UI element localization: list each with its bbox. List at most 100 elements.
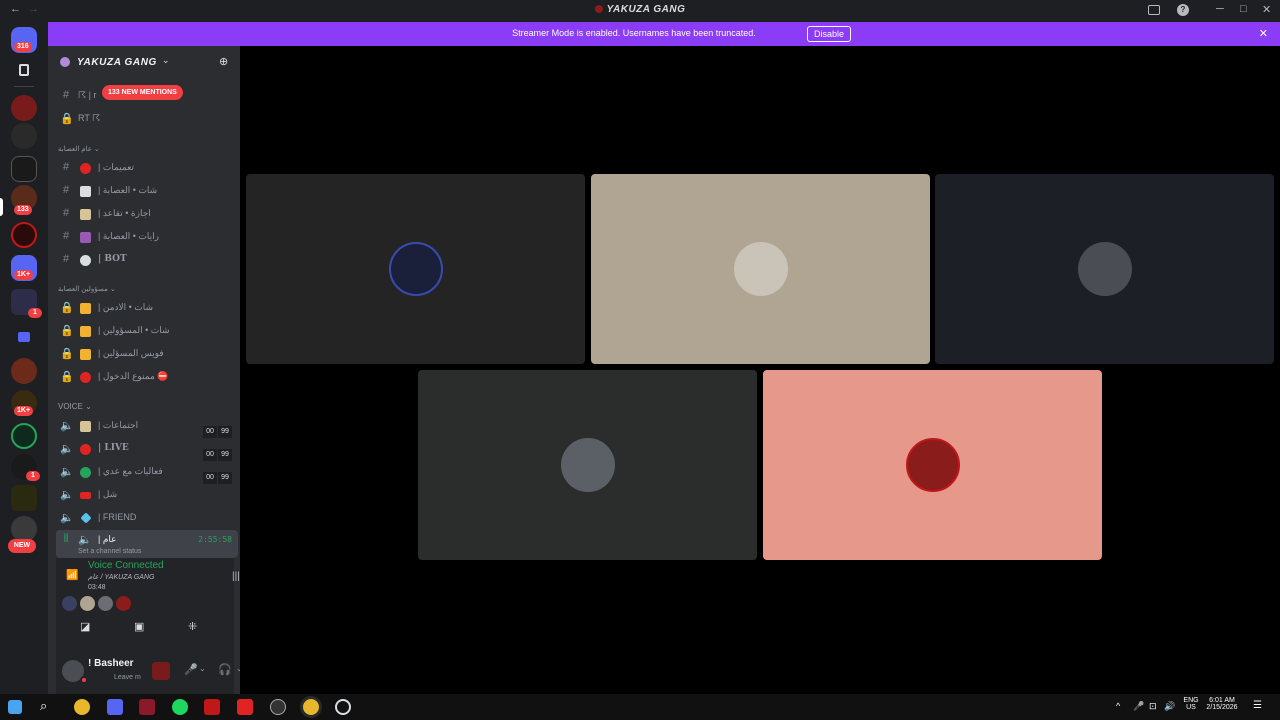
user-count: 00 bbox=[203, 426, 217, 438]
chevron-up-icon[interactable]: ^ bbox=[1116, 701, 1120, 711]
voice-connected-label[interactable]: Voice Connected bbox=[88, 560, 164, 571]
microphone-icon[interactable]: 🎤 bbox=[1133, 701, 1144, 712]
user-limit: 00 99 bbox=[202, 466, 232, 484]
avatar[interactable] bbox=[80, 596, 95, 611]
voice-channel-path[interactable]: عام / YAKUZA GANG bbox=[88, 573, 154, 581]
server-icon[interactable] bbox=[11, 222, 37, 248]
folder-icon[interactable] bbox=[18, 332, 30, 342]
channel-item[interactable]: # | اجازة • تقاعد bbox=[56, 204, 238, 224]
channel-item[interactable]: 🔒 | شات • المسؤولين bbox=[56, 321, 238, 341]
server-icon[interactable] bbox=[11, 156, 37, 182]
invite-people-icon[interactable]: ⊕ bbox=[219, 55, 228, 68]
crown-icon bbox=[80, 326, 91, 337]
app-icon[interactable] bbox=[139, 699, 155, 715]
server-icon[interactable] bbox=[11, 485, 37, 511]
app-icon[interactable] bbox=[270, 699, 286, 715]
channel-item[interactable]: # | رايات • العصابة bbox=[56, 227, 238, 247]
activities-icon[interactable]: ⁜ bbox=[188, 620, 197, 633]
guild-header[interactable]: YAKUZA GANG ⌄ ⊕ bbox=[48, 46, 240, 78]
voicemod-icon[interactable] bbox=[204, 699, 220, 715]
camera-off-icon[interactable]: ◪ bbox=[80, 620, 90, 633]
chevron-down-icon[interactable]: ⌄ bbox=[199, 664, 206, 673]
participant-tile[interactable] bbox=[246, 174, 585, 364]
voice-channel-item[interactable]: 🔈 | اجتماعات 00 99 bbox=[56, 416, 238, 438]
red-circle-icon bbox=[80, 163, 91, 174]
language-code: ENG bbox=[1183, 697, 1199, 704]
participant-tile[interactable] bbox=[418, 370, 757, 560]
spotify-icon[interactable] bbox=[172, 699, 188, 715]
category-header[interactable]: عام العصابة ⌄ bbox=[58, 145, 100, 153]
streamer-mode-message: Streamer Mode is enabled. Usernames have… bbox=[512, 28, 756, 38]
voice-channel-item[interactable]: 🔈 | فعاليات مع عدي 00 99 bbox=[56, 462, 238, 484]
chrome-icon[interactable] bbox=[303, 699, 319, 715]
channel-label: | فويس المسؤلين bbox=[98, 348, 164, 358]
username[interactable]: ! Basheer bbox=[88, 658, 134, 669]
participant-tile[interactable] bbox=[763, 370, 1102, 560]
avatar[interactable] bbox=[62, 596, 77, 611]
status-dot bbox=[80, 676, 88, 684]
maximize-button[interactable]: □ bbox=[1240, 3, 1247, 15]
channel-label: RT ☈ bbox=[78, 113, 101, 123]
app-icon[interactable] bbox=[335, 699, 351, 715]
participant-tile[interactable] bbox=[591, 174, 930, 364]
participant-tile[interactable] bbox=[935, 174, 1274, 364]
channel-sidebar: YAKUZA GANG ⌄ ⊕ # ☈ | r 133 NEW MENTIONS… bbox=[48, 46, 269, 694]
server-mention-badge: 1K+ bbox=[14, 406, 34, 416]
search-icon[interactable]: ⌕ bbox=[40, 698, 47, 714]
channel-item[interactable]: 🔒 | شات • الادمن bbox=[56, 298, 238, 318]
voice-category-header[interactable]: VOICE ⌄ bbox=[58, 402, 92, 411]
avatar[interactable] bbox=[98, 596, 113, 611]
lock-icon: 🔒 bbox=[60, 325, 74, 337]
language-indicator[interactable]: ENG US bbox=[1182, 697, 1200, 711]
participant-avatar bbox=[734, 242, 788, 296]
minimize-button[interactable]: ─ bbox=[1216, 3, 1224, 15]
avatar[interactable] bbox=[116, 596, 131, 611]
chrome-icon[interactable] bbox=[74, 699, 90, 715]
disable-streamer-mode-button[interactable]: Disable bbox=[807, 26, 852, 42]
hourglass-icon[interactable] bbox=[19, 64, 29, 76]
channel-item[interactable]: # | BOT bbox=[56, 250, 238, 270]
help-icon[interactable]: ? bbox=[1177, 4, 1189, 16]
channel-item[interactable]: 🔒 | فويس المسؤلين bbox=[56, 344, 238, 364]
app-icon[interactable] bbox=[237, 699, 253, 715]
lock-icon: 🔒 bbox=[60, 371, 74, 383]
volume-icon[interactable]: 🔊 bbox=[1164, 701, 1175, 712]
speaker-icon: 🔈 bbox=[60, 512, 74, 524]
close-window-button[interactable]: ✕ bbox=[1262, 3, 1271, 16]
new-mentions-pill[interactable]: 133 NEW MENTIONS bbox=[102, 85, 183, 100]
participant-avatar bbox=[906, 438, 960, 492]
scroll-icon bbox=[80, 421, 91, 432]
server-icon[interactable] bbox=[11, 123, 37, 149]
server-icon[interactable] bbox=[11, 358, 37, 384]
screen-share-icon[interactable] bbox=[1148, 5, 1160, 15]
noise-suppression-icon[interactable]: ||| bbox=[232, 571, 240, 582]
category-header[interactable]: مسؤولين العصابة ⌄ bbox=[58, 285, 116, 293]
game-controller-icon[interactable] bbox=[152, 662, 170, 680]
voice-stage bbox=[240, 46, 1280, 694]
microphone-icon[interactable]: 🎤 bbox=[184, 663, 198, 676]
channel-item[interactable]: 🔒 RT ☈ bbox=[56, 109, 238, 129]
server-icon[interactable] bbox=[11, 95, 37, 121]
user-limit-max: 99 bbox=[218, 426, 232, 438]
screen-share-icon[interactable]: ▣ bbox=[134, 620, 144, 633]
channel-label: | تعميمات bbox=[98, 162, 135, 172]
voice-channel-item[interactable]: 🔈 | شل bbox=[56, 485, 238, 505]
window-title: YAKUZA GANG bbox=[0, 4, 1280, 15]
clock[interactable]: 6:01 AM 2/15/2026 bbox=[1200, 697, 1244, 711]
discord-taskbar-icon[interactable] bbox=[107, 699, 123, 715]
voice-channel-item[interactable]: 🔈 | LIVE 00 99 bbox=[56, 439, 238, 461]
close-banner-icon[interactable]: ✕ bbox=[1259, 27, 1268, 40]
channel-item[interactable]: 🔒 | ممنوع الدخول ⛔ bbox=[56, 367, 238, 387]
headphones-icon[interactable]: 🎧 bbox=[218, 663, 232, 676]
channel-item[interactable]: # | تعميمات bbox=[56, 158, 238, 178]
channel-item[interactable]: # | شات • العصابة bbox=[56, 181, 238, 201]
network-icon[interactable]: ⊡ bbox=[1149, 701, 1157, 712]
channel-status-prompt[interactable]: Set a channel status bbox=[78, 548, 141, 555]
voice-channel-item[interactable]: 🔈 | FRIEND bbox=[56, 508, 238, 528]
no-entry-icon bbox=[80, 372, 91, 383]
notifications-icon[interactable]: ☰ bbox=[1253, 700, 1262, 711]
windows-start-icon[interactable] bbox=[8, 700, 22, 714]
region-code: US bbox=[1186, 704, 1196, 711]
active-voice-channel[interactable]: ⦀ 🔈 | عام 2:55:58 Set a channel status bbox=[56, 530, 238, 558]
server-icon[interactable] bbox=[11, 423, 37, 449]
